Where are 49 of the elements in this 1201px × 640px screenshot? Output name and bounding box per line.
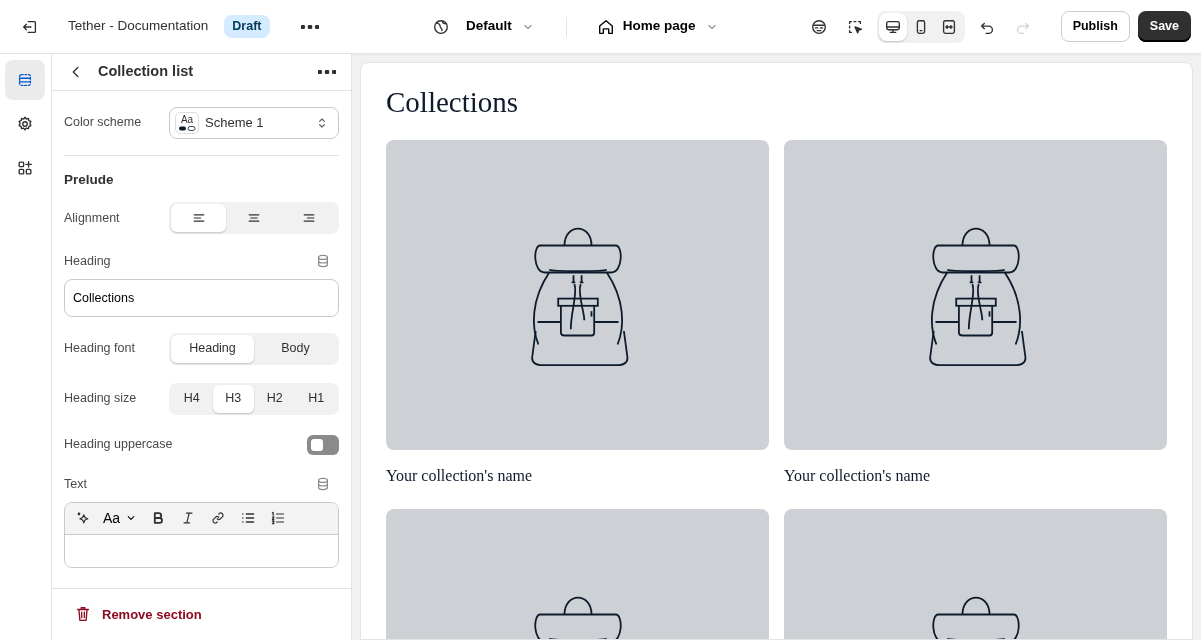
collection-name: Your collection's name [386,465,534,486]
home-icon [596,17,615,36]
section-heading: Collections [386,85,520,120]
globe-icon [432,17,450,36]
page-dropdown[interactable]: Home page [588,12,728,41]
group-title: Prelude [64,170,115,189]
size-option[interactable]: H4 [171,384,213,413]
save-button[interactable]: Save [1137,11,1191,42]
trash-icon [74,605,92,624]
bullet-list-icon [240,510,257,526]
sections-tab[interactable] [5,60,45,100]
color-scheme-select[interactable]: Aa Scheme 1 [169,106,339,139]
settings-icon [16,115,34,133]
scheme-swatch: Aa [175,111,199,134]
sparkle-icon [75,510,91,526]
field-label: Heading font [64,340,135,358]
database-icon [315,253,331,270]
more-icon [300,24,319,29]
heading-field[interactable]: Collections [64,278,339,317]
apps-icon [16,159,34,177]
font-option[interactable]: Heading [171,334,254,363]
status-badge: Draft [224,15,270,38]
panel-title: Collection list [98,62,194,81]
desktop-view-button[interactable] [878,12,907,41]
font-menu-button[interactable]: Aa [99,507,143,529]
align-left-button[interactable] [171,204,227,232]
face-icon [809,17,828,36]
publish-button[interactable]: Publish [1060,11,1130,42]
store-name: Tether - Documentation [68,17,209,36]
field-label: Heading uppercase [64,436,173,454]
text-editor[interactable]: Aa [64,501,339,568]
sections-icon [16,71,34,89]
field-label: Heading [64,253,111,270]
size-option[interactable]: H1 [295,384,337,413]
size-option[interactable]: H2 [254,384,296,413]
link-icon [210,510,227,526]
font-option[interactable]: Body [254,334,337,363]
collection-name: Your collection's name [784,465,932,486]
numbered-list-icon [270,510,287,526]
more-icon [318,69,336,74]
remove-section-button[interactable]: Remove section [74,604,202,624]
field-label: Color scheme [64,114,142,132]
theme-dropdown[interactable]: Default [458,12,544,41]
field-label: Text [64,475,87,493]
field-label: Alignment [64,209,120,227]
size-option[interactable]: H3 [212,384,254,413]
field-label: Heading size [64,390,137,408]
database-icon [315,476,331,493]
uppercase-toggle[interactable] [307,434,339,455]
